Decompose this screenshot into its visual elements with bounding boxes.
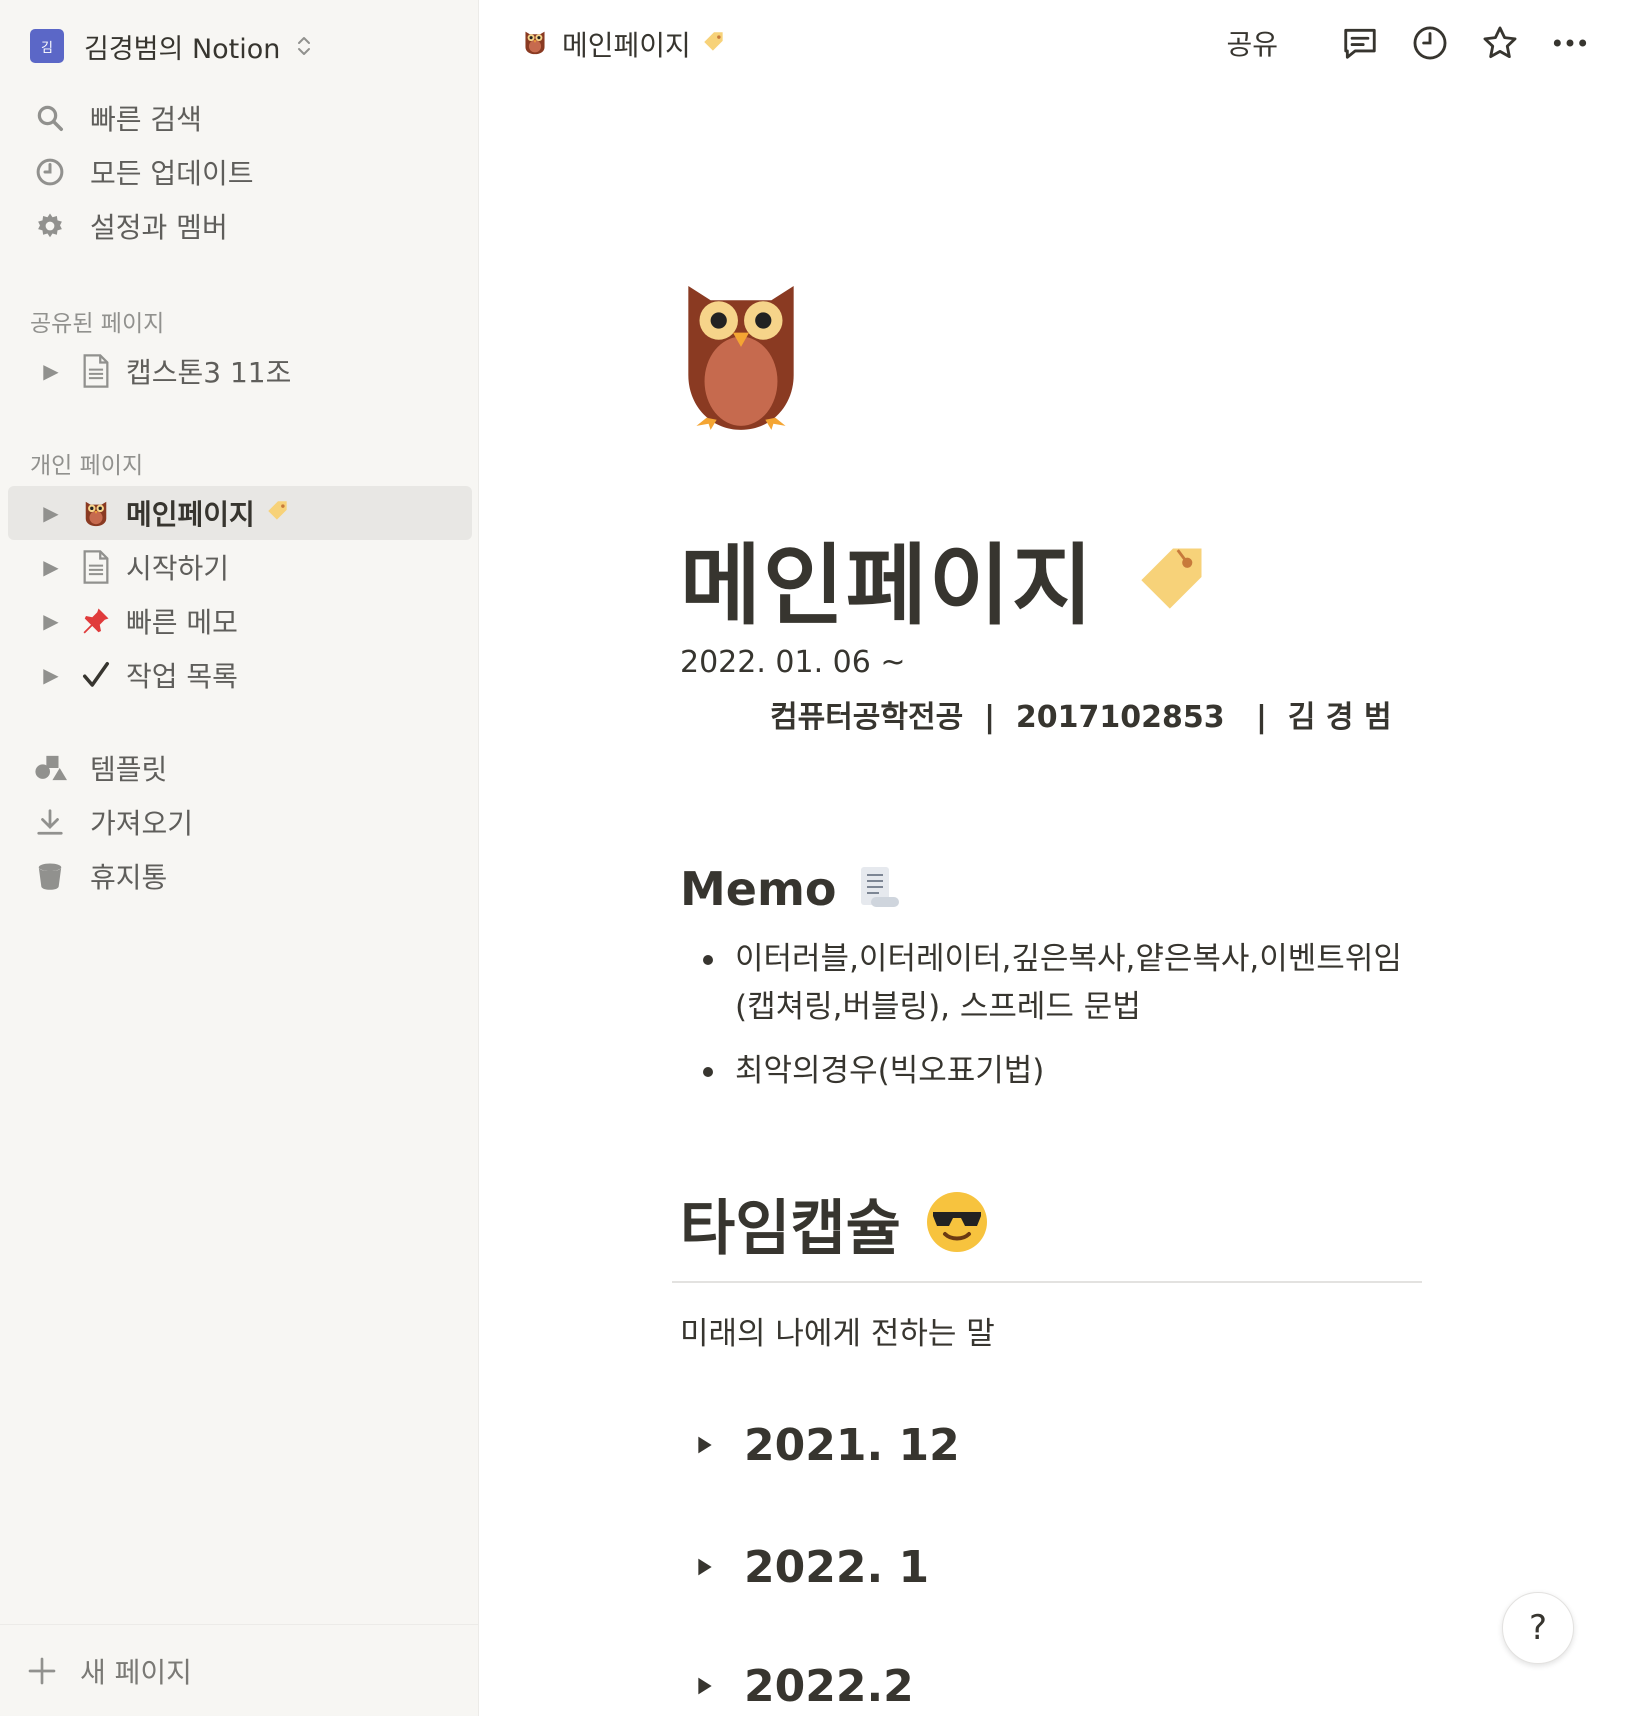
download-icon	[30, 802, 70, 842]
expand-caret-icon[interactable]: ▶	[38, 359, 64, 383]
sidebar-item-label: 빠른 메모	[126, 606, 238, 639]
bullet-dot	[680, 1047, 735, 1095]
sidebar-item-label: 작업 목록	[126, 660, 238, 693]
clock-icon	[30, 152, 70, 192]
top-actions: 공유	[1226, 18, 1592, 68]
divider	[672, 1281, 1422, 1283]
workspace-switcher[interactable]: 김 김경범의 Notion	[30, 26, 316, 66]
expand-caret-icon[interactable]: ▶	[38, 609, 64, 633]
sidebar-item-capstone[interactable]: ▶ 캡스톤3 11조	[8, 344, 472, 398]
shared-pages-title: 공유된 페이지	[30, 311, 165, 337]
page-title-text: 메인페이지	[680, 534, 1095, 637]
tag-icon	[1135, 539, 1211, 619]
sunglasses-face-icon	[925, 1190, 989, 1258]
chevron-updown-icon	[298, 37, 311, 55]
sidebar-item-label: 메인페이지	[126, 498, 255, 531]
date-text: 2022. 01. 06 ~	[680, 645, 906, 680]
sidebar-item-quick-memo[interactable]: ▶ 빠른 메모	[8, 594, 472, 648]
toggle-block[interactable]: 2022. 1	[680, 1537, 929, 1597]
nav-label: 가져오기	[90, 807, 194, 840]
help-button[interactable]: ?	[1502, 1592, 1574, 1664]
private-pages-title: 개인 페이지	[30, 453, 144, 479]
timecapsule-heading-text: 타임캡슐	[680, 1194, 901, 1264]
document-icon	[76, 351, 116, 391]
expand-caret-icon[interactable]: ▶	[38, 555, 64, 579]
nav-label: 휴지통	[90, 861, 168, 894]
document-icon	[76, 547, 116, 587]
profile-info-text: 컴퓨터공학전공 | 2017102853 | 김 경 범	[770, 700, 1392, 735]
list-item-text: 이터러블,이터레이터,깊은복사,얕은복사,이벤트위임(캡쳐링,버블링), 스프레…	[735, 941, 1402, 1025]
sidebar-item-main-page[interactable]: ▶ 메인페이지	[8, 486, 472, 540]
new-page-label: 새 페이지	[80, 1655, 192, 1689]
nav-label: 설정과 멤버	[90, 211, 228, 244]
toggle-label: 2022.2	[744, 1660, 914, 1712]
nav-trash[interactable]: 휴지통	[30, 854, 460, 898]
nav-label: 빠른 검색	[90, 103, 202, 136]
sidebar-item-task-list[interactable]: ▶ 작업 목록	[8, 648, 472, 702]
list-item-text: 최악의경우(빅오표기법)	[735, 1053, 1045, 1089]
bullet-dot	[680, 935, 735, 1031]
toggle-label: 2022. 1	[744, 1541, 930, 1593]
comment-icon[interactable]	[1338, 21, 1382, 65]
nav-all-updates[interactable]: 모든 업데이트	[30, 150, 460, 194]
nav-quick-search[interactable]: 빠른 검색	[30, 96, 460, 140]
page-icon-owl[interactable]	[680, 282, 802, 444]
nav-templates[interactable]: 템플릿	[30, 746, 460, 790]
search-icon	[30, 98, 70, 138]
expand-caret-icon[interactable]: ▶	[38, 663, 64, 687]
expand-caret-icon[interactable]: ▶	[38, 501, 64, 525]
favorite-star-icon[interactable]	[1478, 21, 1522, 65]
list-item[interactable]: 이터러블,이터레이터,깊은복사,얕은복사,이벤트위임(캡쳐링,버블링), 스프레…	[680, 935, 1420, 1031]
nav-label: 템플릿	[90, 753, 168, 786]
breadcrumb[interactable]: 메인페이지	[522, 22, 727, 66]
tag-icon	[265, 498, 291, 528]
page-title[interactable]: 메인페이지	[680, 515, 1211, 642]
toggle-block[interactable]: 2022.2	[680, 1656, 914, 1716]
toggle-block[interactable]: 2021. 12	[680, 1415, 960, 1475]
trash-icon	[30, 856, 70, 896]
checkmark-icon	[76, 655, 116, 695]
timecapsule-subtitle: 미래의 나에게 전하는 말	[680, 1316, 995, 1352]
nav-label: 모든 업데이트	[90, 157, 254, 190]
plus-icon	[28, 1657, 56, 1684]
sidebar-item-label: 캡스톤3 11조	[126, 356, 292, 389]
tag-icon	[701, 29, 727, 59]
toggle-caret-icon[interactable]	[690, 1430, 720, 1460]
shapes-icon	[30, 748, 70, 788]
share-button[interactable]: 공유	[1226, 23, 1278, 63]
owl-icon	[76, 493, 116, 533]
list-item[interactable]: 최악의경우(빅오표기법)	[680, 1047, 1420, 1095]
timecapsule-heading[interactable]: 타임캡슐	[680, 1180, 989, 1267]
gear-icon	[30, 206, 70, 246]
toggle-label: 2021. 12	[744, 1419, 960, 1471]
toggle-caret-icon[interactable]	[690, 1552, 720, 1582]
topbar: 메인페이지 공유	[480, 0, 1626, 86]
owl-icon	[522, 28, 548, 60]
pushpin-icon	[76, 601, 116, 641]
sidebar-item-label: 시작하기	[126, 552, 230, 585]
nav-import[interactable]: 가져오기	[30, 800, 460, 844]
scroll-icon	[855, 863, 903, 915]
memo-heading-text: Memo	[680, 862, 837, 916]
breadcrumb-label: 메인페이지	[562, 29, 691, 62]
workspace-avatar: 김	[30, 29, 64, 63]
memo-heading[interactable]: Memo	[680, 862, 903, 916]
sidebar: 김 김경범의 Notion 빠른 검색 모든 업데이트 설정과 멤버 공유된 페…	[0, 0, 479, 1716]
nav-settings[interactable]: 설정과 멤버	[30, 204, 460, 248]
workspace-name: 김경범의 Notion	[84, 33, 281, 65]
sidebar-item-getting-started[interactable]: ▶ 시작하기	[8, 540, 472, 594]
history-clock-icon[interactable]	[1408, 21, 1452, 65]
toggle-caret-icon[interactable]	[690, 1671, 720, 1701]
new-page-button[interactable]: 새 페이지	[0, 1624, 479, 1716]
more-icon[interactable]	[1548, 21, 1592, 65]
memo-list: 이터러블,이터레이터,깊은복사,얕은복사,이벤트위임(캡쳐링,버블링), 스프레…	[680, 935, 1420, 1111]
